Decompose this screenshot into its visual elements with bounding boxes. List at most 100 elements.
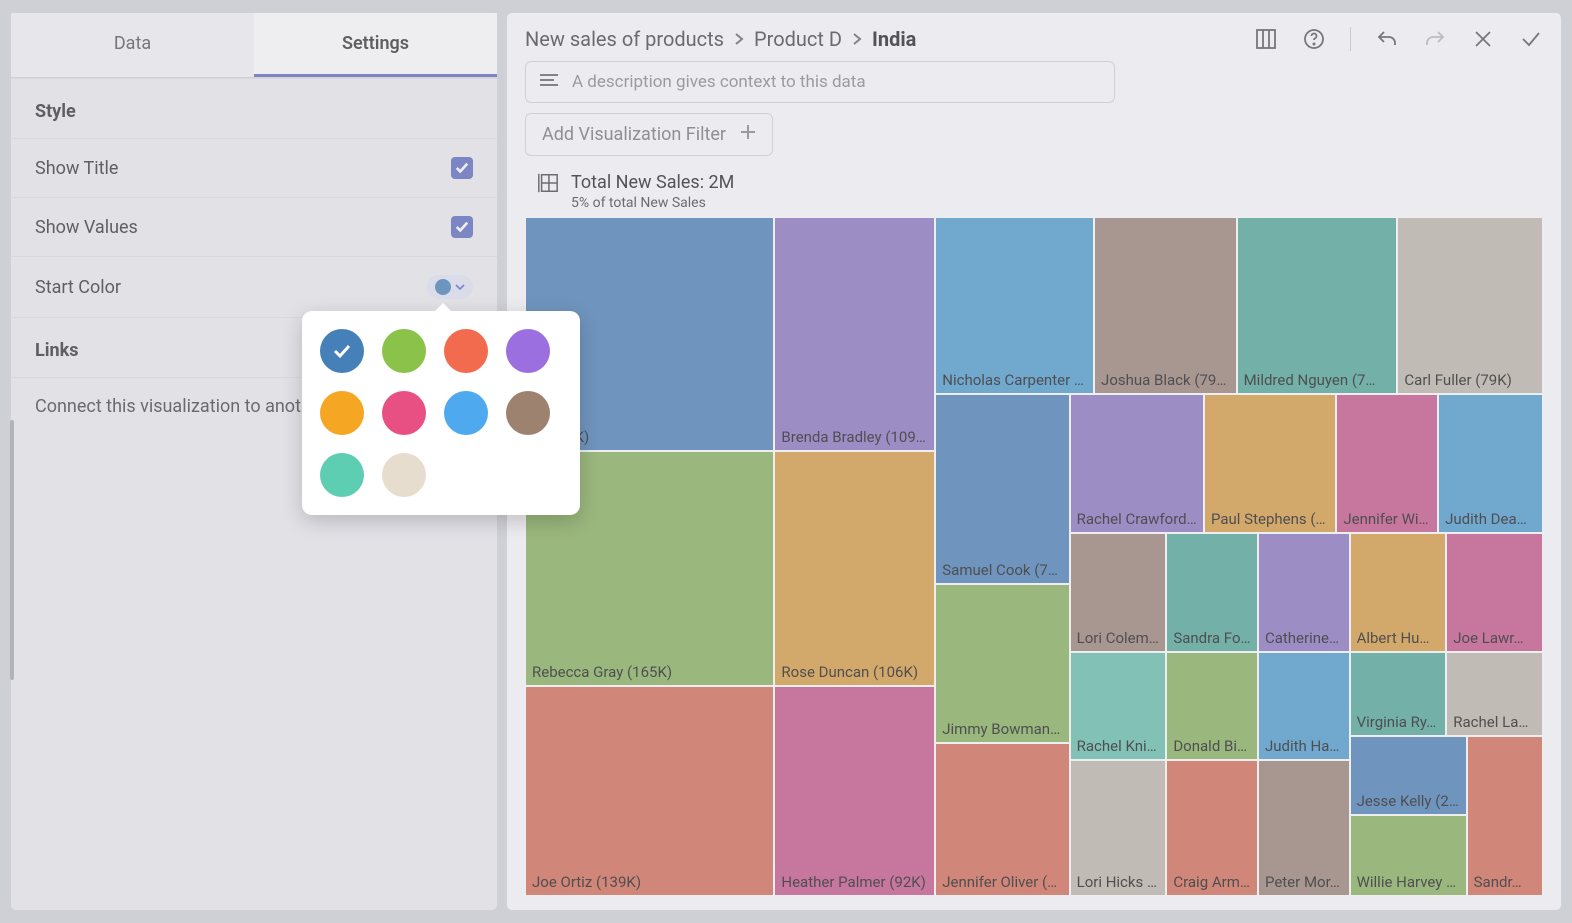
treemap-cell[interactable]: Peter Mor… [1258, 760, 1350, 896]
color-swatch-pink[interactable] [382, 391, 426, 435]
sidebar-scrollbar[interactable] [10, 420, 14, 680]
color-swatch-orange[interactable] [320, 391, 364, 435]
treemap-cell[interactable]: Rachel Crawford … [1070, 394, 1204, 533]
treemap-cell-label: Joshua Black (79K) [1101, 371, 1230, 389]
color-swatch-purple[interactable] [506, 329, 550, 373]
show-values-checkbox[interactable] [451, 216, 473, 238]
treemap-cell[interactable]: Lori Colema… [1070, 533, 1167, 652]
treemap-cell[interactable]: Judith Ha… [1258, 652, 1350, 761]
color-swatch-brown[interactable] [506, 391, 550, 435]
treemap-cell[interactable]: Willie Harvey (… [1350, 815, 1467, 896]
treemap-cell-label: Nicholas Carpenter … [942, 371, 1084, 389]
visualization-toolbar [1254, 27, 1543, 51]
grid-icon[interactable] [1254, 27, 1278, 51]
treemap-cell-label: Rebecca Gray (165K) [532, 663, 672, 681]
treemap-cell[interactable]: Jennifer Oliver (5… [935, 743, 1069, 896]
section-style-header: Style [11, 78, 497, 138]
treemap-cell[interactable]: Sandra Fo… [1166, 533, 1258, 652]
help-icon[interactable] [1302, 27, 1326, 51]
confirm-icon[interactable] [1519, 27, 1543, 51]
treemap-cell[interactable]: Mildred Nguyen (7… [1237, 217, 1398, 394]
color-popover [302, 311, 580, 515]
show-title-label: Show Title [35, 158, 118, 179]
treemap-cell-label: Rachel Kni… [1077, 737, 1157, 755]
description-input[interactable]: A description gives context to this data [525, 61, 1115, 103]
treemap-cell-label: Sandr… [1474, 873, 1522, 891]
color-swatch-grid [320, 329, 562, 497]
row-show-title: Show Title [11, 138, 497, 197]
color-swatch-light-blue[interactable] [444, 391, 488, 435]
toolbar-separator [1350, 27, 1351, 51]
add-filter-label: Add Visualization Filter [542, 124, 726, 145]
color-swatch-beige[interactable] [382, 453, 426, 497]
treemap-cell[interactable]: Nicholas Carpenter … [935, 217, 1094, 394]
treemap-cell-label: Virginia Ry… [1357, 713, 1437, 731]
show-values-label: Show Values [35, 217, 138, 238]
treemap-cell-label: Rose Duncan (106K) [781, 663, 918, 681]
treemap-cell[interactable]: Judith Dea… [1438, 394, 1543, 533]
treemap-cell[interactable]: Joe Lawr… [1446, 533, 1543, 652]
crumb-0[interactable]: New sales of products [525, 27, 724, 51]
color-swatch-orange-red[interactable] [444, 329, 488, 373]
redo-icon[interactable] [1423, 27, 1447, 51]
color-swatch-green[interactable] [382, 329, 426, 373]
treemap-cell-label: Catherine … [1265, 629, 1343, 647]
treemap-cell[interactable]: Catherine … [1258, 533, 1350, 652]
treemap-cell[interactable]: Jesse Kelly (2… [1350, 736, 1467, 814]
treemap-cell-label: Peter Mor… [1265, 873, 1340, 891]
row-start-color: Start Color [11, 256, 497, 317]
treemap-cell[interactable]: Lori Hicks (… [1070, 760, 1167, 896]
treemap-cell-label: Rachel Crawford … [1077, 510, 1197, 528]
treemap-icon [537, 172, 559, 198]
start-color-chip [435, 279, 451, 295]
chart-summary: Total New Sales: 2M 5% of total New Sale… [537, 172, 1543, 211]
tab-settings[interactable]: Settings [254, 13, 497, 77]
treemap-cell[interactable]: Paul Stephens (… [1204, 394, 1336, 533]
chevron-right-icon [734, 27, 744, 51]
treemap-cell[interactable]: Joe Ortiz (139K) [525, 686, 774, 896]
treemap-cell[interactable]: Sandr… [1467, 736, 1543, 896]
treemap-cell-label: Jennifer Wi… [1343, 510, 1428, 528]
treemap-cell[interactable]: Rachel La… [1446, 652, 1543, 737]
crumb-2: India [872, 27, 916, 51]
treemap-cell-label: Mildred Nguyen (7… [1244, 371, 1376, 389]
start-color-picker[interactable] [427, 275, 473, 299]
treemap-cell-label: Joe Lawr… [1453, 629, 1523, 647]
treemap-cell[interactable]: Carl Fuller (79K) [1397, 217, 1543, 394]
treemap-cell-label: Lori Colema… [1077, 629, 1160, 647]
treemap-cell[interactable]: Rose Duncan (106K) [774, 451, 935, 685]
plus-icon [740, 124, 756, 145]
chevron-down-icon [455, 282, 465, 292]
treemap-cell-label: Sandra Fo… [1173, 629, 1250, 647]
treemap-cell-label: Brenda Bradley (109… [781, 428, 925, 446]
undo-icon[interactable] [1375, 27, 1399, 51]
treemap-cell[interactable]: Rachel Kni… [1070, 652, 1167, 761]
treemap-cell[interactable]: Craig Arms… [1166, 760, 1258, 896]
color-swatch-blue[interactable] [320, 329, 364, 373]
crumb-1[interactable]: Product D [754, 27, 842, 51]
tab-data[interactable]: Data [11, 13, 254, 77]
treemap-cell[interactable]: Joshua Black (79K) [1094, 217, 1237, 394]
show-title-checkbox[interactable] [451, 157, 473, 179]
close-icon[interactable] [1471, 27, 1495, 51]
breadcrumb: New sales of products Product D India [525, 27, 916, 51]
main-panel: New sales of products Product D India A … [506, 12, 1562, 911]
treemap-cell[interactable]: Jimmy Bowman (… [935, 584, 1069, 744]
treemap-cell-label: Willie Harvey (… [1357, 873, 1460, 891]
treemap-cell[interactable]: Virginia Ry… [1350, 652, 1447, 737]
treemap-chart[interactable]: d (171K)Rebecca Gray (165K)Joe Ortiz (13… [525, 217, 1543, 896]
treemap-cell[interactable]: Heather Palmer (92K) [774, 686, 935, 896]
color-swatch-teal[interactable] [320, 453, 364, 497]
treemap-cell[interactable]: Albert Hu… [1350, 533, 1447, 652]
treemap-cell[interactable]: Brenda Bradley (109… [774, 217, 935, 451]
treemap-cell[interactable]: Donald Bis… [1166, 652, 1258, 761]
treemap-cell-label: Judith Ha… [1265, 737, 1339, 755]
start-color-label: Start Color [35, 277, 121, 298]
treemap-cell[interactable]: Jennifer Wi… [1336, 394, 1438, 533]
treemap-cell-label: Jesse Kelly (2… [1357, 792, 1459, 810]
treemap-cell-label: Rachel La… [1453, 713, 1528, 731]
add-filter-button[interactable]: Add Visualization Filter [525, 113, 773, 156]
chevron-right-icon [852, 27, 862, 51]
row-show-values: Show Values [11, 197, 497, 256]
treemap-cell[interactable]: Samuel Cook (76… [935, 394, 1069, 584]
